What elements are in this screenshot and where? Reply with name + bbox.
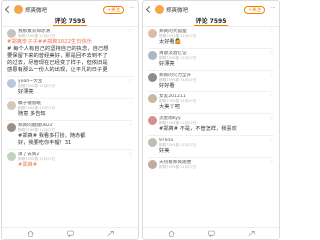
comment-time: 刚刚7595楼·11月07日 (159, 121, 197, 126)
comment-text: 大美丫吧 (159, 104, 180, 111)
comment-text: 随意 多告知 (18, 111, 46, 118)
comment-time: 刚刚7595楼·11月07日 (18, 128, 56, 133)
like-icon[interactable]: ♡ (129, 123, 133, 129)
comment-item[interactable]: 女友201211 刚刚7595楼·11月07日 ♡ 大美丫吧 (148, 92, 274, 115)
user-name[interactable]: 郑爽微吧 (166, 6, 188, 14)
comment-time: 刚刚7595楼·11月07日 (159, 164, 197, 169)
message-icon[interactable] (207, 230, 215, 237)
like-icon[interactable]: ♡ (270, 160, 274, 166)
comment-item[interactable]: 流星雨kyy 刚刚7595楼·11月07日 ♡ #郑爽# 不是，不管怎样，我喜欢 (148, 114, 274, 136)
comment-tab-bar: 评论 7595 (2, 18, 138, 27)
comment-item[interactable]: 我那素衣郑赤清 刚刚7595楼·11月07日 ♡ #郑爽辛子子##郑爽1022生… (7, 27, 133, 78)
comment-item[interactable]: 清歌淡酒忆记 刚刚7595楼·11月07日 ♡ 好漂亮 (148, 49, 274, 71)
home-icon[interactable] (26, 230, 34, 237)
comment-item[interactable]: 郑爽的火力全开 刚刚7595楼·11月07日 ♡ 好好看 (148, 71, 274, 93)
comment-item[interactable]: 97lina 刚刚7595楼·11月07日 ♡ 好美 (148, 136, 274, 158)
like-icon[interactable]: ♡ (129, 152, 133, 158)
follow-button[interactable]: +关注 (244, 6, 265, 14)
avatar[interactable] (148, 72, 157, 82)
comment-item[interactable]: 演了去闹2 刚刚7595楼·11月07日 ♡ #郑爽# (7, 150, 133, 169)
left-screen: 郑爽微吧 +关注 ··· 评论 7595 我那素衣郑赤清 刚刚7595楼·11月… (1, 0, 139, 240)
avatar[interactable] (7, 101, 16, 111)
comment-text: #郑爽# 不是，不管怎样，我喜欢 (159, 126, 237, 133)
avatar[interactable] (14, 5, 23, 14)
comment-text: #郑爽辛子子##郑爽1022生日快乐 # 每个人有自己的坚持自己的执念，自己想 … (7, 39, 109, 74)
comment-time: 刚刚7595楼·11月07日 (159, 142, 197, 147)
avatar[interactable] (148, 94, 157, 104)
right-screen: 郑爽微吧 +关注 ··· 评论 7595 郑爽的大狐狸 刚刚7595楼·11月07… (142, 0, 280, 240)
avatar[interactable] (7, 29, 16, 38)
tab-comments[interactable]: 评论 7595 (193, 18, 229, 26)
comment-time: 刚刚7595楼·11月07日 (159, 34, 197, 38)
comment-text: #郑爽# 我看多打扮，随赤都 好，我要吃你丰榴！31 (18, 133, 86, 146)
hashtag[interactable]: #郑爽辛子子# (7, 39, 42, 45)
top-bar: 郑爽微吧 +关注 ··· (143, 1, 279, 18)
comment-text: 好漂亮 (159, 60, 175, 67)
bottom-bar (143, 227, 279, 239)
more-icon[interactable]: ··· (271, 5, 276, 12)
like-icon[interactable]: ♡ (270, 116, 274, 122)
avatar[interactable] (7, 79, 16, 89)
share-icon[interactable] (106, 230, 114, 237)
top-bar: 郑爽微吧 +关注 ··· (2, 1, 138, 18)
tab-comments[interactable]: 评论 7595 (52, 18, 88, 26)
avatar[interactable] (148, 159, 157, 169)
comment-text: 太好看🤷 (159, 39, 182, 45)
comment-item[interactable]: 郑爽的腿腿0822 刚刚7595楼·11月07日 ♡ #郑爽# 我看多打扮，随赤… (7, 121, 133, 150)
avatar[interactable] (7, 123, 16, 133)
chevron-left-icon[interactable] (4, 5, 13, 14)
user-name[interactable]: 郑爽微吧 (25, 6, 47, 14)
like-icon[interactable]: ♡ (270, 138, 274, 144)
comment-list: 我那素衣郑赤清 刚刚7595楼·11月07日 ♡ #郑爽辛子子##郑爽1022生… (2, 27, 138, 168)
share-icon[interactable] (247, 230, 255, 237)
comment-time: 刚刚7595楼·11月07日 (159, 55, 197, 60)
avatar[interactable] (148, 29, 157, 38)
comment-time: 刚刚7595楼·11月07日 (159, 99, 197, 104)
comment-item[interactable]: yeah~大宝 刚刚7595楼·11月07日 ♡ 好漂亮 (7, 77, 133, 100)
comment-text: 好美 (159, 147, 170, 154)
like-icon[interactable]: ♡ (129, 79, 133, 85)
screenshot: 郑爽微吧 +关注 ··· 评论 7595 我那素衣郑赤清 刚刚7595楼·11月… (0, 0, 281, 240)
comment-time: 刚刚7595楼·11月07日 (18, 84, 56, 89)
like-icon[interactable]: ♡ (270, 73, 274, 79)
comment-time: 刚刚7595楼·11月07日 (159, 77, 197, 82)
comment-item[interactable]: 郑爽的大狐狸 刚刚7595楼·11月07日 ♡ 太好看🤷 (148, 27, 274, 49)
avatar[interactable] (148, 116, 157, 126)
like-icon[interactable]: ♡ (129, 101, 133, 107)
home-icon[interactable] (167, 230, 175, 237)
message-icon[interactable] (66, 230, 74, 237)
comment-item[interactable]: 天热看郑爽随便 刚刚7595楼·11月07日 ♡ (148, 158, 274, 170)
hashtag[interactable]: #郑爽1022生日快乐 (42, 39, 92, 45)
follow-button[interactable]: +关注 (103, 6, 124, 14)
comment-text: 好好看 (159, 82, 175, 89)
like-icon[interactable]: ♡ (129, 29, 133, 35)
avatar[interactable] (148, 137, 157, 147)
avatar[interactable] (155, 5, 164, 14)
comment-time: 刚刚7595楼·11月07日 (18, 156, 56, 161)
avatar[interactable] (7, 151, 16, 161)
like-icon[interactable]: ♡ (270, 29, 274, 35)
chevron-left-icon[interactable] (145, 5, 154, 14)
comment-item[interactable]: 橘子褪留眠 刚刚7595楼·11月07日 ♡ 随意 多告知 (7, 99, 133, 122)
comment-list: 郑爽的大狐狸 刚刚7595楼·11月07日 ♡ 太好看🤷 清歌淡酒忆记 刚刚7595楼… (143, 27, 279, 170)
comment-text: 好漂亮 (18, 89, 34, 96)
like-icon[interactable]: ♡ (270, 51, 274, 57)
comment-time: 刚刚7595楼·11月07日 (18, 34, 56, 38)
comment-time: 刚刚7595楼·11月07日 (18, 106, 56, 111)
comment-tab-bar: 评论 7595 (143, 18, 279, 27)
like-icon[interactable]: ♡ (270, 94, 274, 100)
avatar[interactable] (148, 50, 157, 60)
bottom-bar (2, 227, 138, 239)
hashtag[interactable]: #郑爽# (7, 162, 133, 169)
more-icon[interactable]: ··· (130, 5, 135, 12)
